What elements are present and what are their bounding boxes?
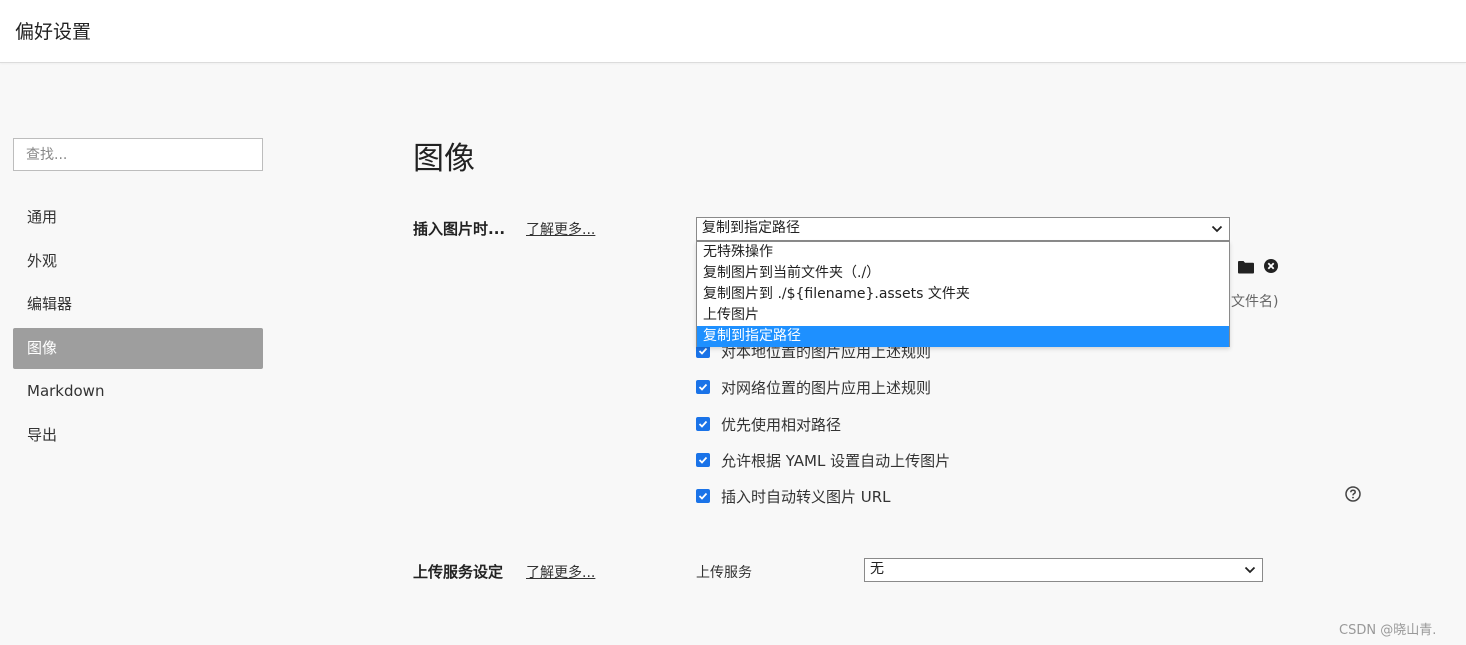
dropdown-option[interactable]: 上传图片 [697, 305, 1229, 326]
sidebar-item-markdown[interactable]: Markdown [13, 371, 263, 412]
sidebar-item-editor[interactable]: 编辑器 [13, 284, 263, 325]
checkbox-checked-icon[interactable] [696, 489, 710, 503]
checkbox-escape-url[interactable]: 插入时自动转义图片 URL [696, 486, 891, 506]
sidebar-item-general[interactable]: 通用 [13, 197, 263, 238]
folder-icon[interactable] [1238, 260, 1254, 274]
upload-service-label: 上传服务 [696, 565, 752, 581]
checkbox-apply-network[interactable]: 对网络位置的图片应用上述规则 [696, 377, 931, 397]
dropdown-option[interactable]: 复制图片到当前文件夹（./） [697, 263, 1229, 284]
insert-action-dropdown: 无特殊操作 复制图片到当前文件夹（./） 复制图片到 ./${filename}… [696, 241, 1230, 347]
watermark: CSDN @晓山青. [1339, 623, 1437, 638]
checkbox-checked-icon[interactable] [696, 417, 710, 431]
insert-learn-more-link[interactable]: 了解更多... [526, 219, 595, 239]
page-title: 图像 [413, 141, 475, 177]
window-title: 偏好设置 [15, 21, 92, 43]
insert-action-select[interactable]: 复制到指定路径 [696, 217, 1230, 241]
checkbox-label: 插入时自动转义图片 URL [721, 487, 891, 506]
checkbox-label: 优先使用相对路径 [721, 415, 842, 434]
help-icon[interactable] [1345, 486, 1361, 502]
insert-image-label: 插入图片时... [413, 220, 506, 238]
checkbox-relative-path[interactable]: 优先使用相对路径 [696, 414, 841, 434]
upload-service-select[interactable]: 无 [864, 558, 1263, 582]
insert-action-selected: 复制到指定路径 [702, 220, 800, 236]
title-bar: 偏好设置 [0, 0, 1466, 63]
chevron-down-icon [1211, 225, 1223, 233]
checkbox-label: 对网络位置的图片应用上述规则 [721, 378, 932, 397]
checkbox-label: 允许根据 YAML 设置自动上传图片 [721, 451, 951, 470]
upload-service-section-label: 上传服务设定 [413, 563, 504, 581]
checkbox-checked-icon[interactable] [696, 453, 710, 467]
path-hint-text: 文件名) [1231, 294, 1279, 310]
sidebar-item-image[interactable]: 图像 [13, 327, 263, 369]
dropdown-option[interactable]: 无特殊操作 [697, 242, 1229, 263]
search-input[interactable] [13, 138, 263, 171]
sidebar-nav: 通用 外观 编辑器 图像 Markdown 导出 [13, 197, 263, 458]
clear-icon[interactable] [1264, 259, 1278, 273]
dropdown-option-selected[interactable]: 复制到指定路径 [697, 326, 1229, 347]
dropdown-option[interactable]: 复制图片到 ./${filename}.assets 文件夹 [697, 284, 1229, 305]
upload-learn-more-link[interactable]: 了解更多... [526, 562, 595, 582]
checkbox-yaml-upload[interactable]: 允许根据 YAML 设置自动上传图片 [696, 450, 950, 470]
upload-service-selected: 无 [870, 561, 884, 577]
sidebar-item-export[interactable]: 导出 [13, 415, 263, 456]
chevron-down-icon [1244, 566, 1256, 574]
checkbox-checked-icon[interactable] [696, 380, 710, 394]
sidebar-item-appearance[interactable]: 外观 [13, 241, 263, 282]
